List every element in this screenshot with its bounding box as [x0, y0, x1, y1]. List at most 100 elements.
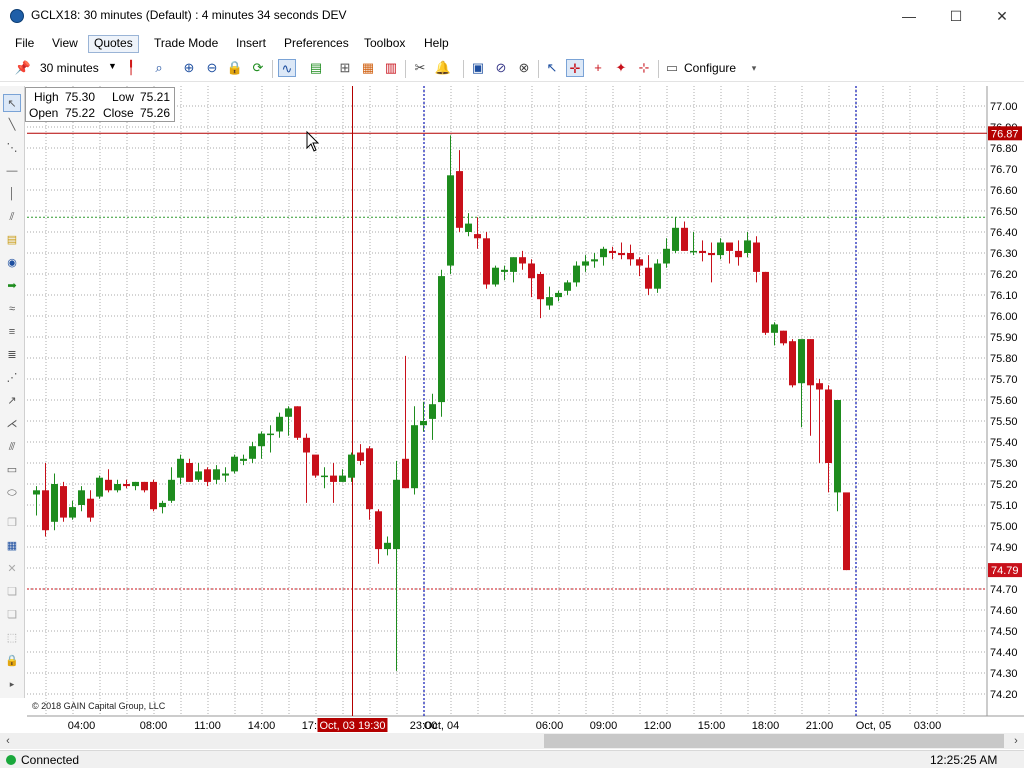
y-tick-label: 77.00: [990, 101, 1018, 113]
y-tick-label: 75.80: [990, 353, 1018, 365]
candle-body: [807, 339, 814, 386]
candle-body: [249, 446, 256, 459]
ohlc-close-label: Close: [103, 106, 134, 120]
candle-body: [645, 267, 652, 289]
candle-body: [492, 267, 499, 285]
y-tick-label: 74.90: [990, 542, 1018, 554]
candle-body: [438, 276, 445, 403]
candle-body: [222, 473, 229, 476]
candle-body: [762, 271, 769, 333]
candle-body: [789, 341, 796, 386]
x-tick-label: 15:00: [698, 720, 726, 732]
x-tick-label: 14:00: [248, 720, 276, 732]
candle-body: [357, 452, 364, 461]
cursor-price-tag: 76.87: [991, 128, 1019, 140]
scroll-right-icon[interactable]: ›: [1008, 733, 1024, 749]
x-tick-label: 04:00: [68, 720, 96, 732]
candle-body: [114, 484, 121, 491]
candle-body: [366, 448, 373, 510]
candle-body: [303, 437, 310, 453]
y-tick-label: 75.90: [990, 332, 1018, 344]
candle-body: [69, 507, 76, 518]
candle-body: [690, 250, 697, 253]
candle-body: [456, 171, 463, 228]
candle-body: [51, 484, 58, 522]
candle-body: [609, 250, 616, 253]
candle-body: [627, 253, 634, 260]
candle-body: [573, 265, 580, 283]
candle-body: [294, 406, 301, 438]
candle-body: [681, 227, 688, 251]
y-tick-label: 76.40: [990, 227, 1018, 239]
candle-body: [771, 324, 778, 333]
x-tick-label: 03:00: [914, 720, 942, 732]
candle-body: [537, 274, 544, 300]
candle-body: [60, 486, 67, 518]
candle-body: [735, 250, 742, 258]
ohlc-open-value: 75.22: [65, 106, 96, 120]
candle-body: [555, 292, 562, 298]
x-tick-label: 12:00: [644, 720, 672, 732]
candle-body: [393, 479, 400, 550]
horizontal-scrollbar[interactable]: ‹ ›: [0, 733, 1024, 749]
candle-body: [528, 263, 535, 279]
candle-body: [591, 259, 598, 262]
candle-body: [204, 469, 211, 482]
y-tick-label: 76.50: [990, 206, 1018, 218]
candle-body: [231, 456, 238, 472]
candle-body: [600, 248, 607, 258]
candle-body: [33, 490, 40, 495]
ohlc-high-label: High: [34, 90, 59, 104]
candle-body: [672, 227, 679, 251]
candle-body: [402, 458, 409, 489]
candle-body: [825, 389, 832, 463]
candle-body: [816, 383, 823, 390]
candle-body: [78, 490, 85, 505]
candle-body: [699, 250, 706, 253]
candle-body: [618, 253, 625, 256]
candle-body: [141, 481, 148, 491]
candle-body: [654, 263, 661, 289]
candle-body: [636, 259, 643, 266]
y-tick-label: 75.30: [990, 458, 1018, 470]
candle-body: [465, 223, 472, 232]
candle-body: [744, 240, 751, 253]
cursor-time-tag: Oct, 03 19:30: [319, 720, 385, 732]
scroll-left-icon[interactable]: ‹: [0, 733, 16, 749]
candle-body: [753, 242, 760, 272]
candle-body: [717, 242, 724, 256]
y-tick-label: 76.30: [990, 248, 1018, 260]
candle-body: [150, 481, 157, 510]
candle-body: [186, 463, 193, 482]
x-tick-label: 06:00: [536, 720, 564, 732]
candle-body: [519, 257, 526, 264]
ohlc-high-value: 75.30: [65, 90, 96, 104]
candle-body: [267, 433, 274, 436]
x-tick-label: Oct, 05: [856, 720, 891, 732]
candle-body: [501, 269, 508, 272]
candle-body: [240, 458, 247, 461]
y-tick-label: 74.60: [990, 605, 1018, 617]
y-tick-label: 76.00: [990, 311, 1018, 323]
candle-body: [510, 257, 517, 272]
candle-body: [375, 511, 382, 550]
scrollbar-thumb[interactable]: [544, 734, 1004, 748]
candle-body: [834, 400, 841, 493]
candle-body: [132, 481, 139, 487]
connection-status: Connected: [21, 753, 80, 767]
y-tick-label: 75.20: [990, 479, 1018, 491]
candle-body: [258, 433, 265, 447]
candle-body: [87, 498, 94, 518]
candle-body: [564, 282, 571, 291]
candle-body: [312, 454, 319, 476]
ohlc-open-label: Open: [29, 106, 59, 120]
candle-body: [411, 425, 418, 489]
candle-body: [285, 408, 292, 417]
status-clock: 12:25:25 AM: [930, 753, 998, 767]
y-tick-label: 74.30: [990, 668, 1018, 680]
y-tick-label: 74.20: [990, 689, 1018, 701]
candle-body: [708, 253, 715, 256]
candle-body: [96, 477, 103, 497]
candle-body: [726, 242, 733, 251]
candle-body: [663, 248, 670, 264]
